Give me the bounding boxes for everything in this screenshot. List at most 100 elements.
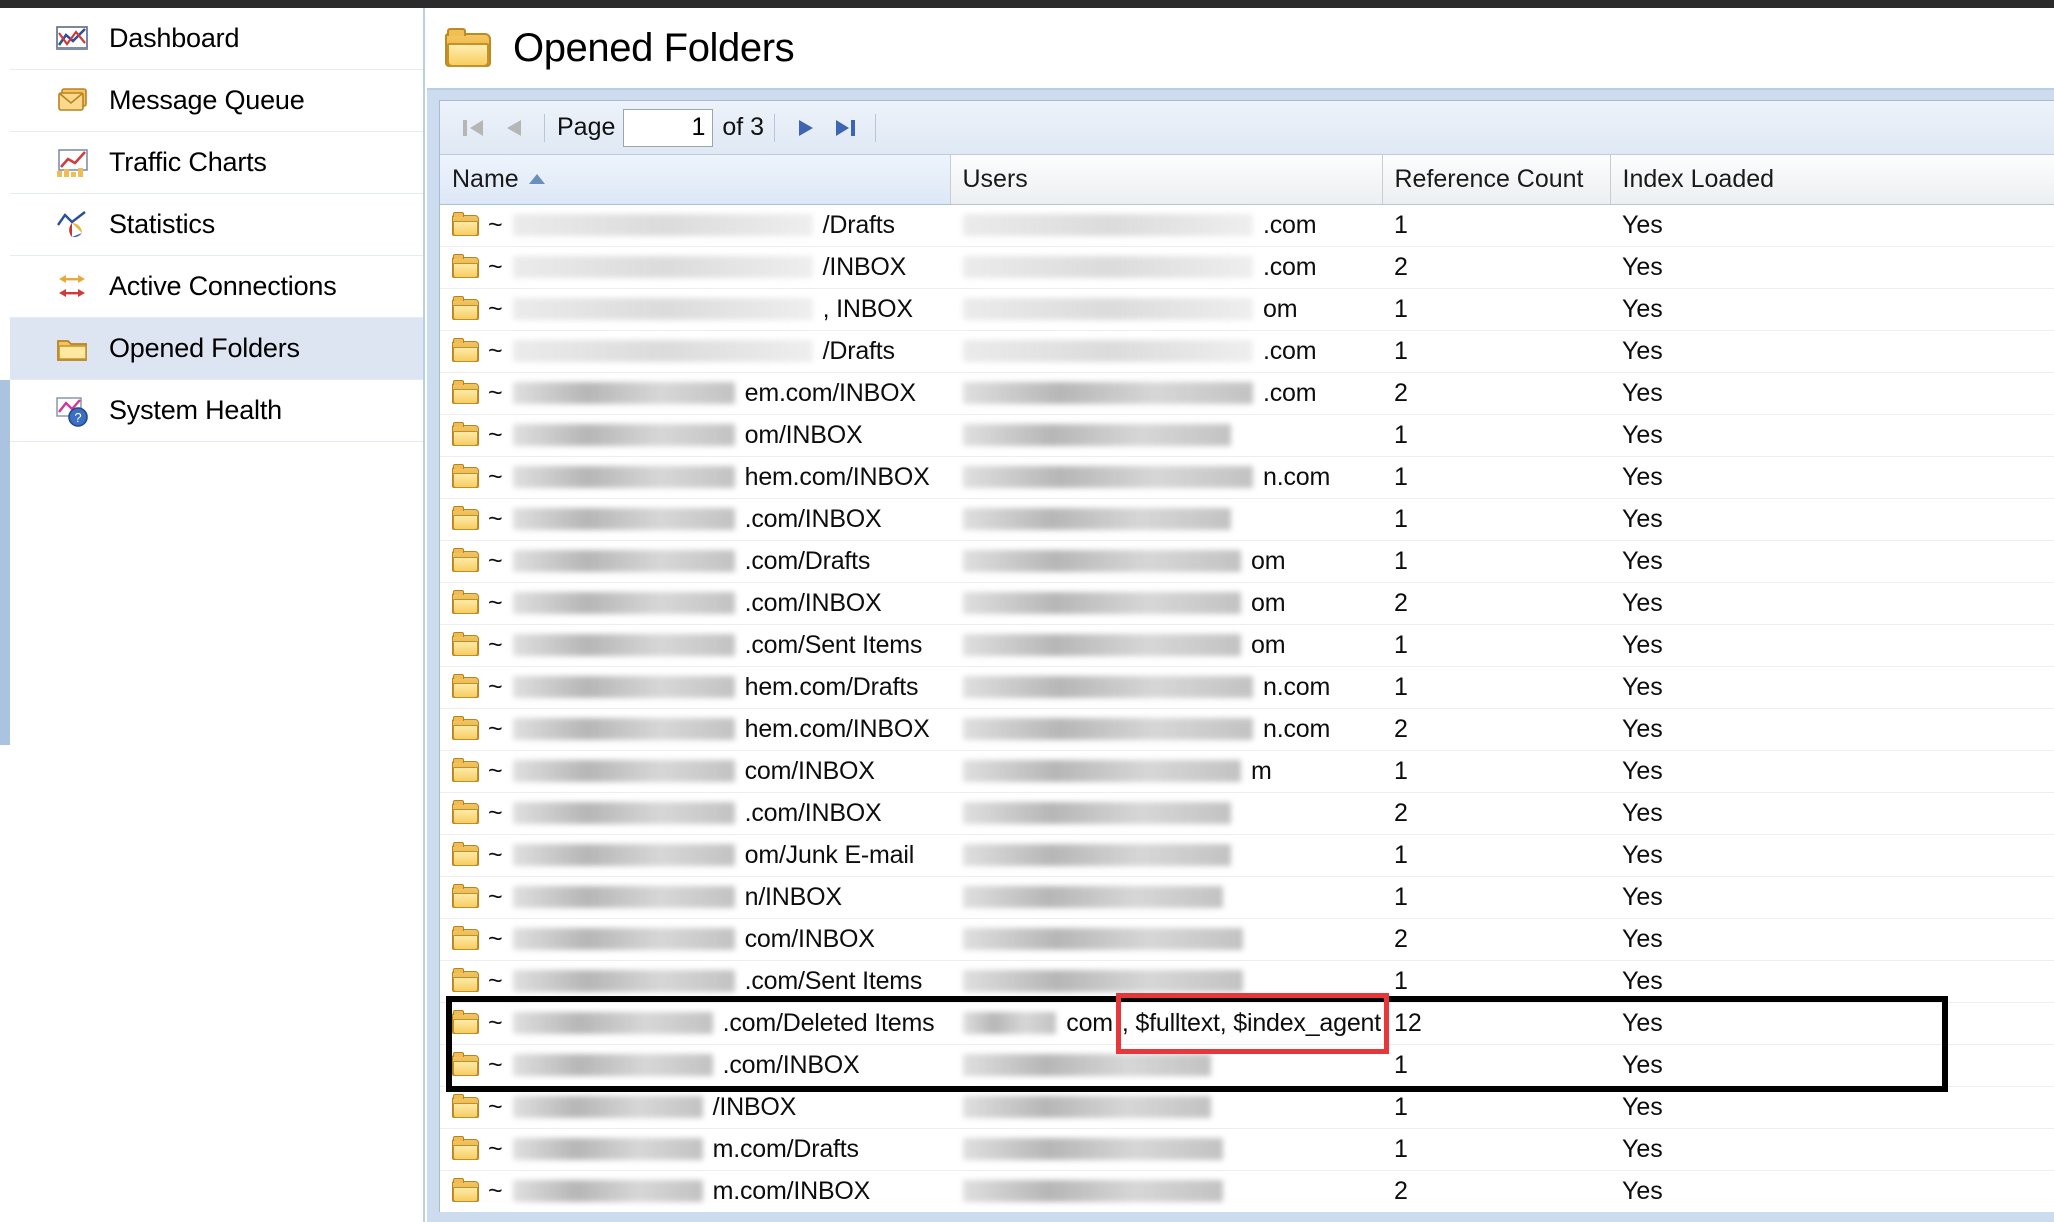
sidebar-item-label: Dashboard [109,23,240,53]
table-row[interactable]: ~ m.com/INBOX 2 Yes [440,1170,2054,1213]
cell-users: n.com [950,456,1382,499]
pager-toolbar: Page of 3 [440,101,2054,155]
table-row[interactable]: ~ /INBOX .com 2 Yes [440,246,2054,289]
cell-index-loaded: Yes [1610,540,2054,583]
sidebar-item-dashboard[interactable]: Dashboard [10,8,423,70]
sidebar-item-message-queue[interactable]: Message Queue [10,70,423,132]
cell-users [950,918,1382,961]
table-row[interactable]: ~ em.com/INBOX .com 2 Yes [440,372,2054,415]
table-row[interactable]: ~ .com/INBOX 1 Yes [440,498,2054,541]
cell-users [950,1044,1382,1087]
column-header-index-loaded[interactable]: Index Loaded [1610,155,2054,205]
cell-users [950,792,1382,835]
table-row[interactable]: ~ .com/INBOX om 2 Yes [440,582,2054,625]
page-number-input[interactable] [623,108,714,147]
cell-reference-count: 2 [1382,582,1610,625]
table-row[interactable]: ~ com/INBOX 2 Yes [440,918,2054,961]
column-header-reference-count[interactable]: Reference Count [1382,155,1611,205]
cell-reference-count: 2 [1382,792,1610,835]
next-page-icon[interactable] [785,109,825,147]
users-suffix: om [1251,546,1286,575]
redacted-name [512,802,735,824]
left-accent-gap-bottom [0,745,10,1222]
users-suffix: n.com [1263,714,1331,743]
sidebar-item-opened-folders[interactable]: Opened Folders [10,318,423,380]
redacted-name [512,382,735,404]
name-prefix: ~ [488,924,503,953]
name-suffix: hem.com/Drafts [744,672,919,701]
redacted-users [963,508,1231,530]
users-suffix: n.com [1263,672,1331,701]
table-row[interactable]: ~ .com/INBOX 2 Yes [440,792,2054,835]
users-suffix: com [1066,1008,1113,1037]
table-row[interactable]: ~ n/INBOX 1 Yes [440,876,2054,919]
name-suffix: m.com/INBOX [712,1176,871,1205]
table-row[interactable]: ~ .com/Drafts om 1 Yes [440,540,2054,583]
cell-reference-count: 1 [1382,1044,1610,1087]
cell-index-loaded: Yes [1610,834,2054,877]
redacted-users [963,550,1241,572]
table-row[interactable]: ~ hem.com/INBOX n.com 2 Yes [440,708,2054,751]
sidebar-item-statistics[interactable]: Statistics [10,194,423,256]
table-row[interactable]: ~ om/INBOX 1 Yes [440,414,2054,457]
sidebar-item-traffic-charts[interactable]: Traffic Charts [10,132,423,194]
cell-reference-count: 2 [1382,372,1610,415]
redacted-name [512,508,735,530]
redacted-users [963,466,1253,488]
cell-users: .com [950,246,1382,289]
name-suffix: /INBOX [822,252,907,281]
column-header-label: Index Loaded [1622,164,1775,193]
cell-name: ~ hem.com/INBOX [440,456,950,499]
sidebar-item-system-health[interactable]: ? System Health [10,380,423,442]
cell-reference-count: 1 [1382,330,1610,373]
page-title: Opened Folders [513,25,795,70]
pager-divider-2 [774,113,776,142]
folder-icon [452,253,479,278]
table-row[interactable]: ~ com/INBOX m 1 Yes [440,750,2054,793]
table-row[interactable]: ~ .com/Deleted Items com , $fulltext, $inde… [440,1002,2054,1045]
redacted-users [963,1180,1223,1202]
table-row[interactable]: ~ /Drafts .com 1 Yes [440,330,2054,373]
last-page-icon[interactable] [825,109,865,147]
redacted-name [512,550,735,572]
cell-reference-count: 2 [1382,1170,1610,1213]
table-row[interactable]: ~ hem.com/INBOX n.com 1 Yes [440,456,2054,499]
table-row[interactable]: ~ .com/Sent Items 1 Yes [440,960,2054,1003]
sidebar-nav: Dashboard Message Queue Traffic Charts Stat… [10,8,425,1222]
cell-name: ~ om/INBOX [440,414,950,457]
cell-name: ~ .com/Sent Items [440,960,950,1003]
redacted-name [512,634,735,656]
redacted-name [512,844,735,866]
table-row[interactable]: ~ .com/Sent Items om 1 Yes [440,624,2054,667]
first-page-icon[interactable] [454,109,494,147]
cell-users: m [950,750,1382,793]
table-row[interactable]: ~ , INBOX om 1 Yes [440,288,2054,331]
prev-page-icon[interactable] [494,109,534,147]
pager-divider-3 [875,113,877,142]
table-row[interactable]: ~ om/Junk E-mail 1 Yes [440,834,2054,877]
grid-bottom-edge [427,1212,2054,1222]
cell-name: ~ hem.com/Drafts [440,666,950,709]
cell-index-loaded: Yes [1610,960,2054,1003]
name-suffix: hem.com/INBOX [744,462,930,491]
cell-name: ~ .com/Sent Items [440,624,950,667]
table-row[interactable]: ~ hem.com/Drafts n.com 1 Yes [440,666,2054,709]
cell-users [950,876,1382,919]
sidebar-item-active-connections[interactable]: Active Connections [10,256,423,318]
name-prefix: ~ [488,210,503,239]
name-prefix: ~ [488,1008,503,1037]
name-prefix: ~ [488,1050,503,1079]
cell-users: .com [950,204,1382,247]
table-row[interactable]: ~ /Drafts .com 1 Yes [440,204,2054,247]
redacted-name [512,1054,713,1076]
redacted-users [963,1138,1223,1160]
redacted-users [963,424,1231,446]
table-row[interactable]: ~ .com/INBOX 1 Yes [440,1044,2054,1087]
table-row[interactable]: ~ /INBOX 1 Yes [440,1086,2054,1129]
table-row[interactable]: ~ m.com/Drafts 1 Yes [440,1128,2054,1171]
column-header-name[interactable]: Name [440,155,951,205]
folder-icon [452,1051,479,1076]
name-prefix: ~ [488,966,503,995]
column-header-users[interactable]: Users [950,155,1383,205]
redacted-name [512,1180,703,1202]
